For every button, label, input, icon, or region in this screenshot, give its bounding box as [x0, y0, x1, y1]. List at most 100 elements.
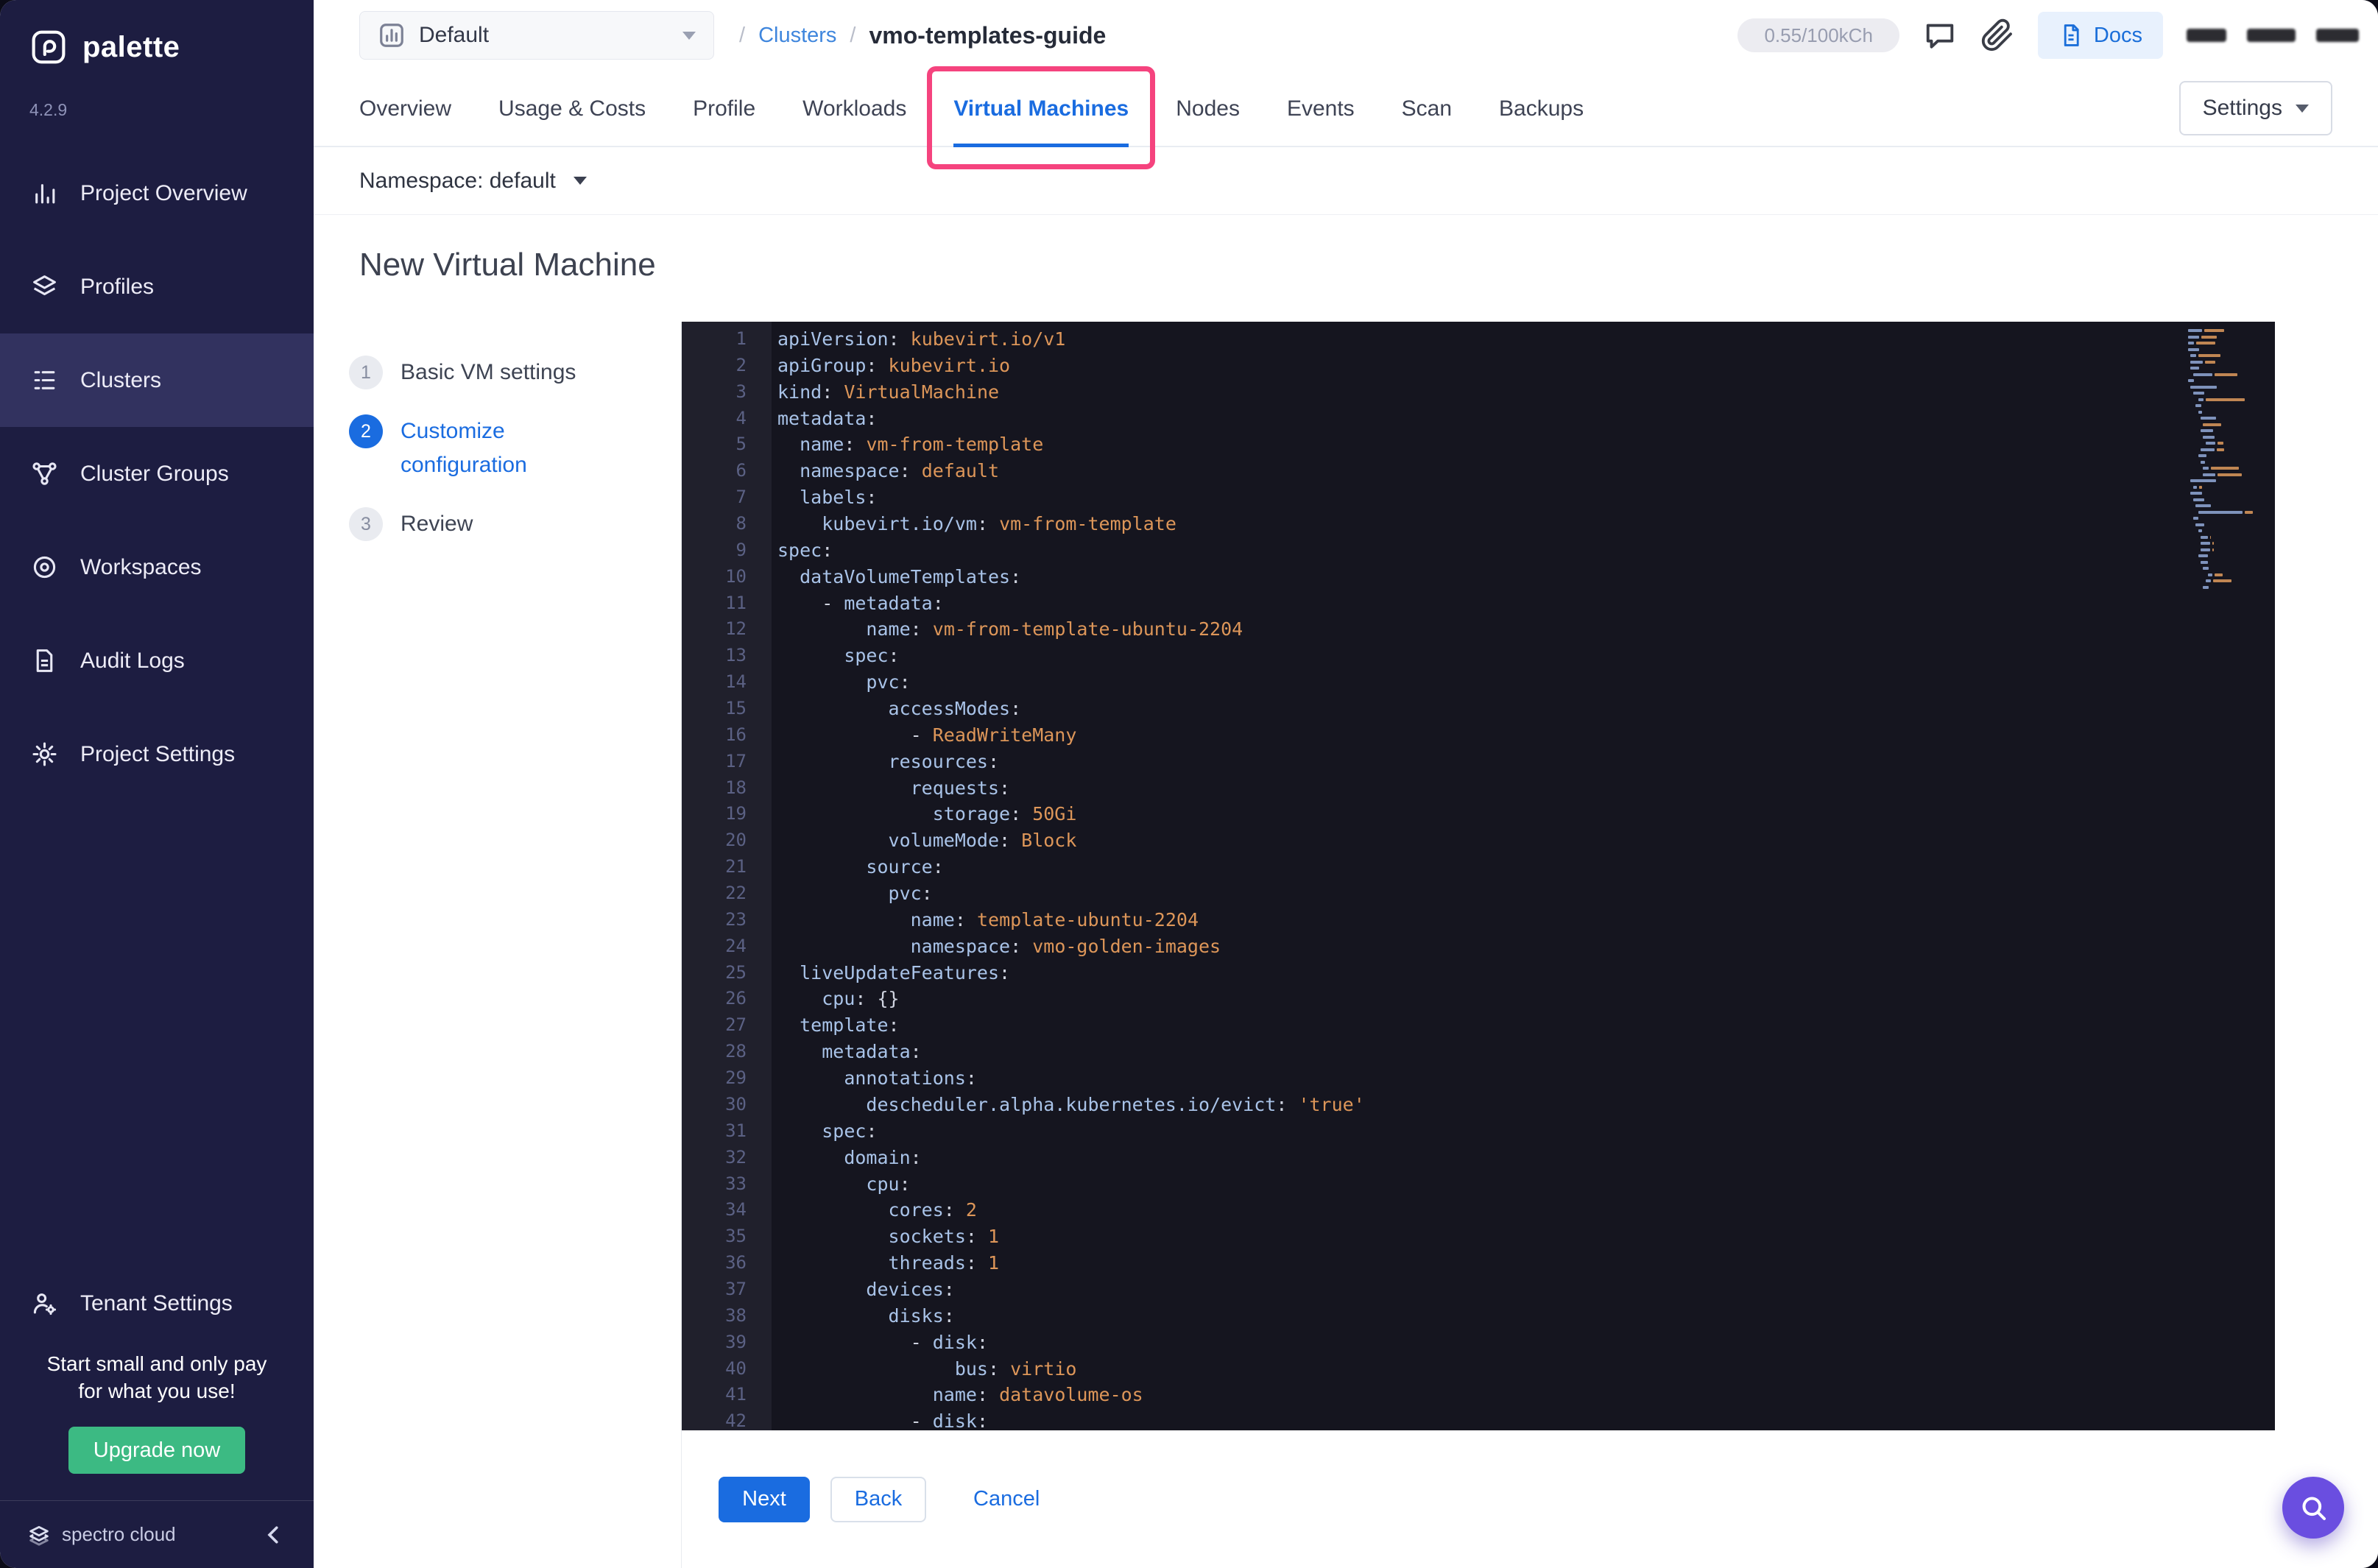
- back-button[interactable]: Back: [830, 1476, 926, 1522]
- minimap-line: [2188, 378, 2265, 384]
- code-line: liveUpdateFeatures:: [800, 961, 1011, 983]
- step-label: Customize configuration: [401, 419, 527, 477]
- line-number: 9: [735, 539, 747, 560]
- sidebar-item-project-overview[interactable]: Project Overview: [0, 146, 314, 240]
- minimap-line: [2188, 334, 2265, 341]
- spectro-cloud-brand: spectro cloud: [27, 1522, 176, 1547]
- sidebar-item-clusters[interactable]: Clusters: [0, 333, 314, 427]
- sidebar-item-label: Tenant Settings: [80, 1290, 233, 1316]
- sidebar-item-audit-logs[interactable]: Audit Logs: [0, 614, 314, 707]
- code-line: spec:: [844, 645, 900, 667]
- tab-usage-costs[interactable]: Usage & Costs: [498, 71, 646, 147]
- code-line: cpu: {}: [822, 988, 900, 1010]
- tab-profile[interactable]: Profile: [693, 71, 755, 147]
- minimap-line: [2188, 565, 2265, 572]
- code-line: volumeMode: Block: [888, 830, 1077, 852]
- sidebar-item-tenant-settings[interactable]: Tenant Settings: [0, 1257, 314, 1350]
- chat-icon[interactable]: [1923, 18, 1957, 52]
- search-fab-button[interactable]: [2282, 1477, 2344, 1539]
- code-line: pvc:: [888, 883, 933, 905]
- yaml-editor[interactable]: 1 2 3 4 5 6 7 8 9 10 11 12 13 14 15 16 17 18 19 20 21 22 23 24 2…: [682, 322, 2275, 1430]
- minimap-line: [2188, 515, 2265, 522]
- spectro-cloud-logo-icon: [27, 1522, 52, 1547]
- namespace-selector-label[interactable]: Namespace: default: [359, 169, 556, 194]
- line-number: 16: [725, 724, 747, 745]
- docs-button[interactable]: Docs: [2037, 12, 2163, 59]
- page-title: New Virtual Machine: [359, 247, 656, 283]
- code-line: spec:: [777, 539, 833, 561]
- gear-icon: [31, 741, 58, 768]
- line-number: 6: [735, 460, 747, 481]
- minimap-line: [2188, 490, 2265, 497]
- code-line: kubevirt.io/vm: vm-from-template: [822, 513, 1176, 535]
- minimap-line: [2188, 503, 2265, 509]
- audit-icon: [31, 647, 58, 674]
- promo-line-2: for what you use!: [78, 1380, 236, 1402]
- line-number: 14: [725, 671, 747, 693]
- line-number: 23: [725, 908, 747, 930]
- code-line: threads: 1: [888, 1252, 1000, 1274]
- step-label: Review: [401, 512, 473, 536]
- code-line: sockets: 1: [888, 1226, 1000, 1248]
- step-number: 3: [349, 507, 383, 541]
- caret-down-icon[interactable]: [573, 177, 587, 185]
- tab-nodes[interactable]: Nodes: [1176, 71, 1240, 147]
- minimap[interactable]: [2188, 328, 2265, 590]
- sidebar-item-cluster-groups[interactable]: Cluster Groups: [0, 427, 314, 520]
- step-basic-vm-settings[interactable]: 1 Basic VM settings: [349, 356, 681, 389]
- minimap-line: [2188, 540, 2265, 547]
- tab-virtual-machines[interactable]: Virtual Machines: [953, 71, 1129, 147]
- step-customize-configuration[interactable]: 2 Customize configuration: [349, 414, 681, 482]
- code-line: metadata:: [777, 407, 878, 429]
- redacted-item: [2316, 29, 2359, 42]
- sidebar-item-workspaces[interactable]: Workspaces: [0, 520, 314, 614]
- project-selector[interactable]: Default: [359, 11, 714, 60]
- attachment-icon[interactable]: [1980, 18, 2014, 52]
- code-line: domain:: [844, 1146, 922, 1168]
- sidebar-item-project-settings[interactable]: Project Settings: [0, 707, 314, 801]
- project-scope-icon: [378, 21, 406, 49]
- line-number: 1: [735, 328, 747, 349]
- code-line: pvc:: [866, 671, 911, 693]
- settings-button-label: Settings: [2202, 96, 2282, 120]
- upgrade-now-button[interactable]: Upgrade now: [68, 1427, 245, 1474]
- minimap-line: [2188, 422, 2265, 428]
- line-number: 11: [725, 592, 747, 613]
- tab-overview[interactable]: Overview: [359, 71, 451, 147]
- breadcrumb-separator: /: [739, 23, 746, 47]
- collapse-sidebar-button[interactable]: [261, 1522, 287, 1548]
- tab-events[interactable]: Events: [1287, 71, 1355, 147]
- tab-workloads[interactable]: Workloads: [802, 71, 906, 147]
- sidebar-item-profiles[interactable]: Profiles: [0, 240, 314, 333]
- settings-button[interactable]: Settings: [2178, 81, 2332, 135]
- minimap-line: [2188, 428, 2265, 434]
- code-line: accessModes:: [888, 698, 1022, 720]
- minimap-line: [2188, 397, 2265, 403]
- minimap-line: [2188, 359, 2265, 366]
- code-line: storage: 50Gi: [932, 803, 1077, 825]
- editor-code[interactable]: apiVersion: kubevirt.io/v1 apiGroup: kube…: [772, 322, 2275, 1430]
- breadcrumb-clusters-link[interactable]: Clusters: [758, 24, 836, 48]
- minimap-line: [2188, 472, 2265, 478]
- code-line: descheduler.alpha.kubernetes.io/evict: '…: [866, 1093, 1365, 1115]
- step-number: 1: [349, 356, 383, 389]
- editor-column: 1 2 3 4 5 6 7 8 9 10 11 12 13 14 15 16 17 18 19 20 21 22 23 24 2…: [681, 322, 2378, 1568]
- minimap-line: [2188, 365, 2265, 372]
- tab-scan[interactable]: Scan: [1402, 71, 1452, 147]
- line-number: 36: [725, 1252, 747, 1274]
- line-number: 32: [725, 1146, 747, 1168]
- next-button[interactable]: Next: [719, 1476, 810, 1522]
- nodes-icon: [31, 460, 58, 487]
- cancel-button[interactable]: Cancel: [973, 1487, 1040, 1511]
- tab-backups[interactable]: Backups: [1499, 71, 1584, 147]
- namespace-toolbar: Namespace: default: [314, 147, 2378, 215]
- sidebar-item-label: Clusters: [80, 367, 162, 392]
- code-line: - disk:: [910, 1331, 989, 1353]
- layers-icon: [31, 273, 58, 300]
- cluster-tab-bar: Overview Usage & Costs Profile Workloads Vir…: [314, 71, 2378, 147]
- code-line: annotations:: [844, 1067, 977, 1090]
- sidebar-item-label: Cluster Groups: [80, 461, 229, 486]
- line-number: 25: [725, 961, 747, 983]
- step-review[interactable]: 3 Review: [349, 507, 681, 541]
